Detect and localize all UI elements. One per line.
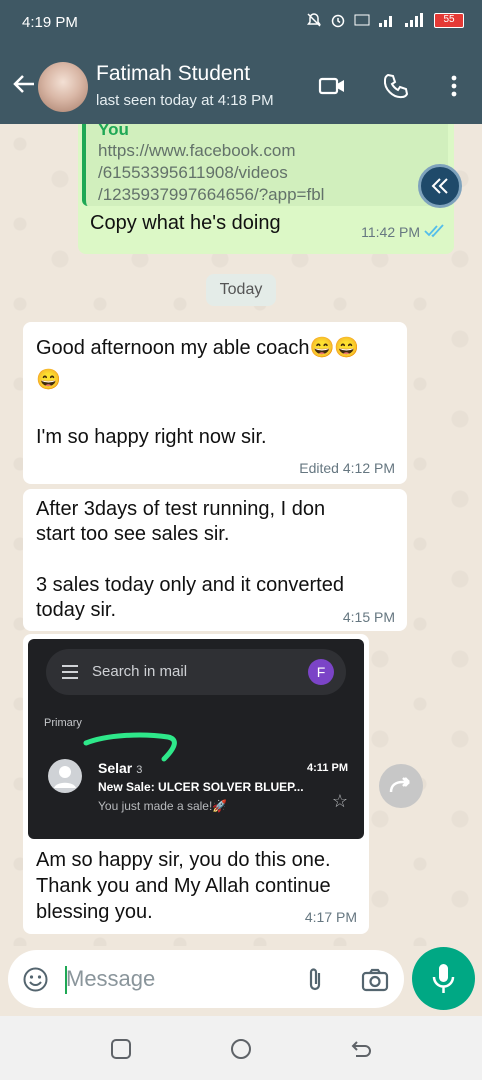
outgoing-message[interactable]: You https://www.facebook.com /6155339561… [78, 124, 454, 254]
quote-link-line1: https://www.facebook.com [98, 141, 296, 160]
caption-line1: Am so happy sir, you do this one. [36, 849, 331, 871]
more-vert-icon[interactable] [440, 72, 468, 100]
message-text-line2: start too see sales sir. [36, 523, 230, 545]
alarm-icon [331, 14, 345, 28]
forward-button[interactable] [379, 764, 423, 808]
back-nav-icon[interactable] [349, 1038, 373, 1060]
mail-search-label: Search in mail [92, 663, 188, 680]
message-text-line4: today sir. [36, 599, 117, 621]
voice-record-button[interactable] [412, 947, 475, 1010]
phone-icon[interactable] [382, 72, 410, 100]
mail-time: 4:11 PM [307, 762, 348, 774]
back-arrow-icon[interactable] [8, 68, 40, 100]
status-bar: 4:19 PM 55 [0, 0, 482, 46]
message-time: 4:15 PM [342, 609, 395, 625]
composer-bar [0, 946, 482, 1016]
mail-thread-count: 3 [136, 764, 143, 776]
mail-sender: Selar 3 [98, 760, 142, 776]
recent-apps-icon[interactable] [110, 1038, 132, 1060]
volte-icon [354, 14, 370, 26]
last-seen: last seen today at 4:18 PM [96, 92, 274, 109]
caption-line2: Thank you and My Allah continue [36, 875, 331, 897]
incoming-message[interactable]: Good afternoon my able coach😄😄 😄 I'm so … [23, 322, 407, 484]
contact-avatar[interactable] [38, 62, 88, 112]
person-icon [54, 766, 76, 788]
scroll-back-button[interactable] [418, 164, 462, 208]
star-icon: ☆ [331, 791, 348, 811]
mail-screenshot[interactable]: Search in mail F Primary Selar 3 4:11 PM … [28, 639, 364, 839]
quote-author: You [98, 124, 129, 139]
quote-link-line3: /1235937997664656/?app=fbl [98, 185, 325, 204]
signal-icon [379, 16, 392, 27]
mail-sender-name: Selar [98, 760, 133, 776]
image-message[interactable]: Search in mail F Primary Selar 3 4:11 PM … [23, 634, 369, 934]
message-text-line1: Good afternoon my able coach😄😄 [36, 337, 360, 359]
sender-avatar [48, 759, 82, 793]
quote-link-line2: /61553395611908/videos [98, 163, 288, 182]
mail-section-label: Primary [44, 717, 82, 729]
outgoing-time: 11:42 PM [361, 224, 420, 240]
hamburger-icon [62, 665, 78, 679]
battery-indicator: 55 [434, 12, 464, 28]
mail-account-avatar: F [308, 659, 334, 685]
message-text-line3: 3 sales today only and it converted [36, 574, 344, 596]
mic-icon [432, 964, 455, 993]
quoted-link[interactable]: You https://www.facebook.com /6155339561… [82, 124, 448, 206]
home-icon[interactable] [229, 1037, 253, 1061]
incoming-message[interactable]: After 3days of test running, I don start… [23, 489, 407, 631]
forward-icon [389, 777, 411, 793]
status-time: 4:19 PM [22, 14, 78, 31]
attach-icon[interactable] [302, 966, 330, 994]
double-chevron-left-icon [431, 178, 448, 194]
mail-search-bar: Search in mail F [46, 649, 346, 695]
read-receipt-icon [424, 224, 444, 238]
message-field[interactable] [8, 950, 404, 1008]
status-icons: 55 [306, 12, 464, 28]
message-text-line3: I'm so happy right now sir. [36, 426, 267, 448]
contact-name[interactable]: Fatimah Student [96, 62, 250, 86]
message-meta: Edited 4:12 PM [299, 460, 395, 476]
mail-subject: New Sale: ULCER SOLVER BLUEP... [98, 780, 304, 794]
mute-icon [307, 13, 321, 27]
emoji-icon[interactable] [22, 966, 49, 993]
system-nav-bar [0, 1016, 482, 1080]
chat-header: Fatimah Student last seen today at 4:18 … [0, 46, 482, 124]
caption-line3: blessing you. [36, 901, 153, 923]
camera-icon[interactable] [360, 966, 390, 994]
outgoing-text: Copy what he's doing [90, 212, 281, 234]
message-text-line2: 😄 [36, 369, 61, 391]
mail-snippet: You just made a sale!🚀 [98, 799, 228, 813]
message-input[interactable] [64, 960, 284, 998]
date-divider: Today [206, 274, 276, 306]
message-text-line1: After 3days of test running, I don [36, 498, 326, 520]
video-call-icon[interactable] [318, 72, 346, 100]
lte-signal-icon [405, 13, 423, 27]
image-time: 4:17 PM [304, 909, 357, 925]
chat-area[interactable]: You https://www.facebook.com /6155339561… [0, 124, 482, 946]
